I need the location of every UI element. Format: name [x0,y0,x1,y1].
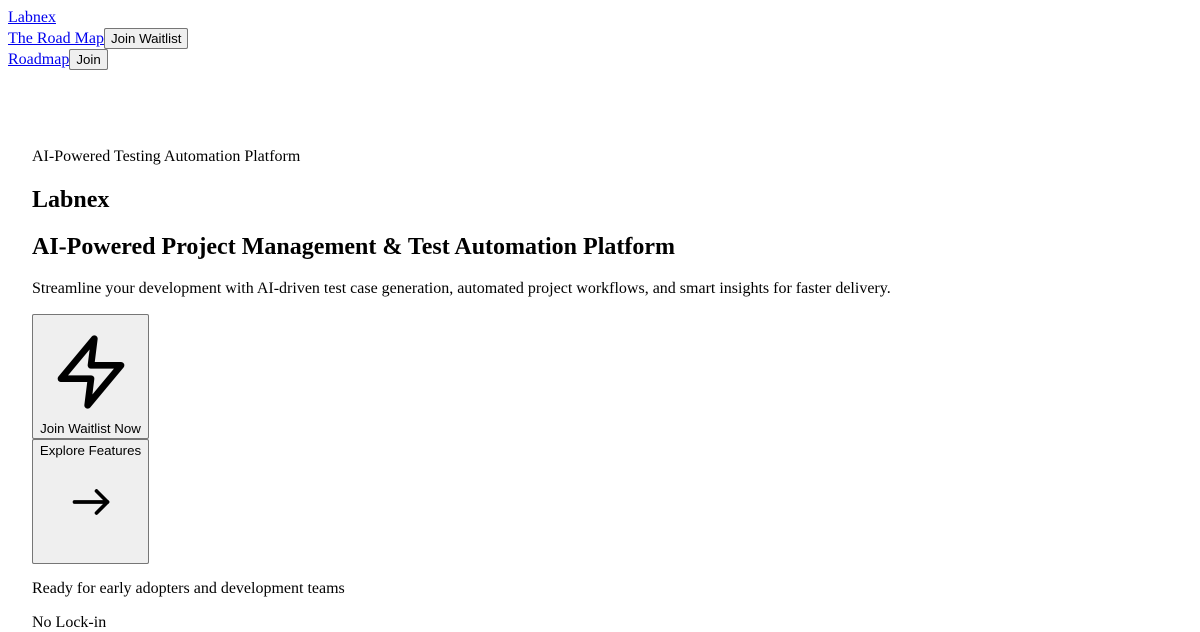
join-waitlist-button[interactable]: Join Waitlist [103,28,189,49]
join-waitlist-now-button[interactable]: Join Waitlist Now [32,314,149,439]
brand-link[interactable]: Labnex [8,8,56,28]
early-adopters-note: Ready for early adopters and development… [32,580,345,597]
nav-row-brand: Labnex [8,7,188,28]
lightning-bolt-icon [57,335,124,409]
explore-features-button[interactable]: Explore Features [32,439,149,564]
hero-eyebrow: AI-Powered Testing Automation Platform [32,148,301,165]
arrow-right-icon [72,489,109,515]
nav-row-desktop: The Road Map Join Waitlist [8,28,189,49]
roadmap-short-link[interactable]: Roadmap [8,50,69,70]
join-waitlist-now-label: Join Waitlist Now [40,421,141,436]
hero-brand-title: Labnex [32,187,110,213]
explore-features-label: Explore Features [39,443,142,458]
no-lock-in-tag: No Lock-in [32,614,107,631]
hero-headline: AI-Powered Project Management & Test Aut… [32,234,675,260]
join-button[interactable]: Join [69,49,108,70]
roadmap-link[interactable]: The Road Map [8,29,104,49]
nav-row-mobile: Roadmap Join [8,49,188,70]
hero-section: AI-Powered Testing Automation Platform L… [32,148,1132,631]
top-navigation: Labnex The Road Map Join Waitlist Roadmap… [8,7,189,70]
hero-subtitle: Streamline your development with AI-driv… [32,280,891,297]
